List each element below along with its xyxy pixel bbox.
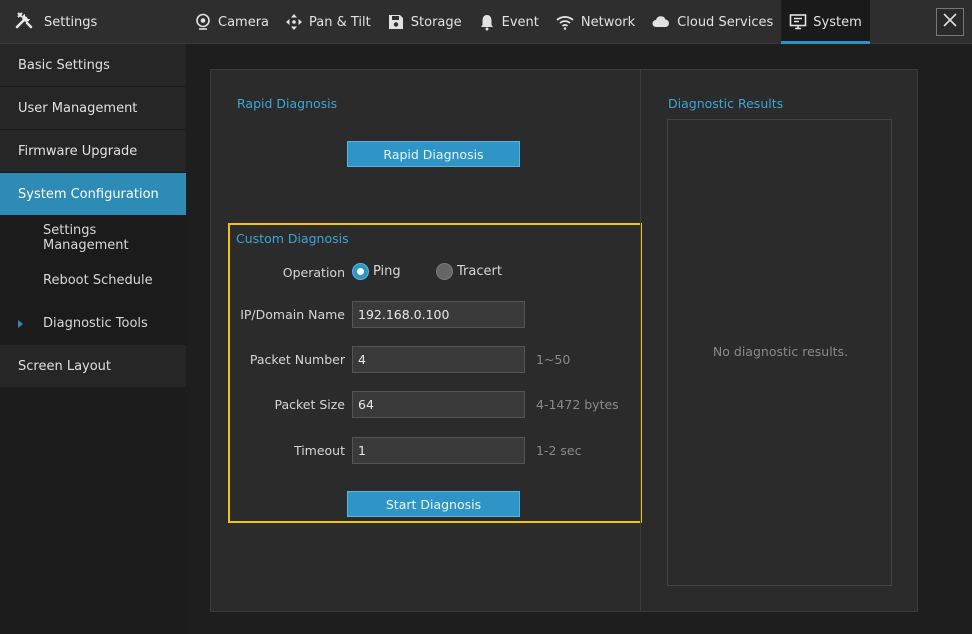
- packet-size-input[interactable]: 64: [352, 391, 525, 418]
- rapid-diagnosis-button[interactable]: Rapid Diagnosis: [347, 141, 520, 167]
- ping-radio[interactable]: Ping: [352, 263, 401, 280]
- tab-cloud-services[interactable]: Cloud Services: [643, 0, 781, 44]
- diagnostic-results-title: Diagnostic Results: [668, 96, 784, 111]
- panel-divider: [640, 70, 641, 611]
- sidebar-item-firmware-upgrade[interactable]: Firmware Upgrade: [0, 130, 186, 173]
- sidebar: Basic Settings User Management Firmware …: [0, 44, 186, 634]
- tab-event[interactable]: Event: [470, 0, 547, 44]
- tab-camera[interactable]: Camera: [186, 0, 277, 44]
- sidebar-item-settings-management[interactable]: Settings Management: [0, 216, 186, 259]
- packet-number-input[interactable]: 4: [352, 346, 525, 373]
- tab-label: Pan & Tilt: [309, 14, 371, 30]
- main-content: Rapid Diagnosis Rapid Diagnosis Custom D…: [186, 44, 972, 634]
- tracert-radio-label: Tracert: [457, 264, 502, 279]
- custom-diagnosis-title: Custom Diagnosis: [236, 231, 349, 246]
- tab-label: System: [813, 14, 862, 30]
- timeout-input[interactable]: 1: [352, 437, 525, 464]
- tab-label: Cloud Services: [677, 14, 774, 30]
- sidebar-item-screen-layout[interactable]: Screen Layout: [0, 345, 186, 388]
- storage-icon: [387, 13, 405, 31]
- operation-label: Operation: [282, 265, 345, 280]
- camera-icon: [194, 13, 212, 31]
- packet-size-hint: 4-1472 bytes: [536, 397, 619, 412]
- diagnostic-panel: Rapid Diagnosis Rapid Diagnosis Custom D…: [210, 69, 918, 612]
- tab-label: Storage: [410, 14, 462, 30]
- ip-domain-label: IP/Domain Name: [240, 307, 345, 322]
- ping-radio-label: Ping: [373, 264, 401, 279]
- tab-network[interactable]: Network: [547, 0, 643, 44]
- sidebar-item-basic-settings[interactable]: Basic Settings: [0, 44, 186, 87]
- packet-size-label: Packet Size: [274, 397, 345, 412]
- tab-label: Event: [501, 14, 539, 30]
- pan-tilt-icon: [285, 13, 303, 31]
- tab-label: Camera: [218, 14, 270, 30]
- current-item-arrow-icon: [18, 320, 23, 328]
- tools-icon: [14, 10, 34, 34]
- rapid-diagnosis-title: Rapid Diagnosis: [237, 96, 338, 111]
- cloud-icon: [651, 13, 671, 31]
- custom-diagnosis-section: Custom Diagnosis Operation Ping Tracert …: [228, 223, 642, 523]
- tab-label: Network: [580, 14, 636, 30]
- settings-brand[interactable]: Settings: [14, 0, 97, 44]
- sidebar-item-label: Settings Management: [43, 222, 129, 253]
- packet-number-label: Packet Number: [249, 352, 345, 367]
- tab-system[interactable]: System: [781, 0, 870, 44]
- sidebar-item-system-configuration[interactable]: System Configuration: [0, 173, 186, 216]
- sidebar-item-label: Diagnostic Tools: [43, 316, 148, 331]
- close-icon: [942, 12, 958, 32]
- top-nav-bar: Settings Camera Pan & Tilt Storage Event: [0, 0, 972, 44]
- timeout-hint: 1-2 sec: [536, 443, 582, 458]
- radio-checked-icon: [352, 263, 369, 280]
- monitor-icon: [789, 13, 807, 31]
- timeout-label: Timeout: [293, 443, 345, 458]
- sidebar-item-reboot-schedule[interactable]: Reboot Schedule: [0, 259, 186, 302]
- sidebar-item-label: Reboot Schedule: [43, 273, 153, 288]
- tracert-radio[interactable]: Tracert: [436, 263, 502, 280]
- tab-pan-tilt[interactable]: Pan & Tilt: [277, 0, 379, 44]
- tab-storage[interactable]: Storage: [379, 0, 470, 44]
- packet-number-hint: 1~50: [536, 352, 571, 367]
- main-tabs: Camera Pan & Tilt Storage Event Network: [186, 0, 870, 44]
- start-diagnosis-button[interactable]: Start Diagnosis: [347, 491, 520, 517]
- bell-icon: [478, 13, 496, 31]
- no-results-message: No diagnostic results.: [712, 344, 849, 359]
- sidebar-item-diagnostic-tools[interactable]: Diagnostic Tools: [0, 302, 186, 345]
- app-title: Settings: [44, 14, 98, 30]
- diagnostic-results-box: No diagnostic results.: [667, 119, 892, 586]
- close-button[interactable]: [936, 8, 964, 36]
- sidebar-item-user-management[interactable]: User Management: [0, 87, 186, 130]
- radio-unchecked-icon: [436, 263, 453, 280]
- wifi-icon: [555, 13, 575, 31]
- ip-domain-input[interactable]: 192.168.0.100: [352, 301, 525, 328]
